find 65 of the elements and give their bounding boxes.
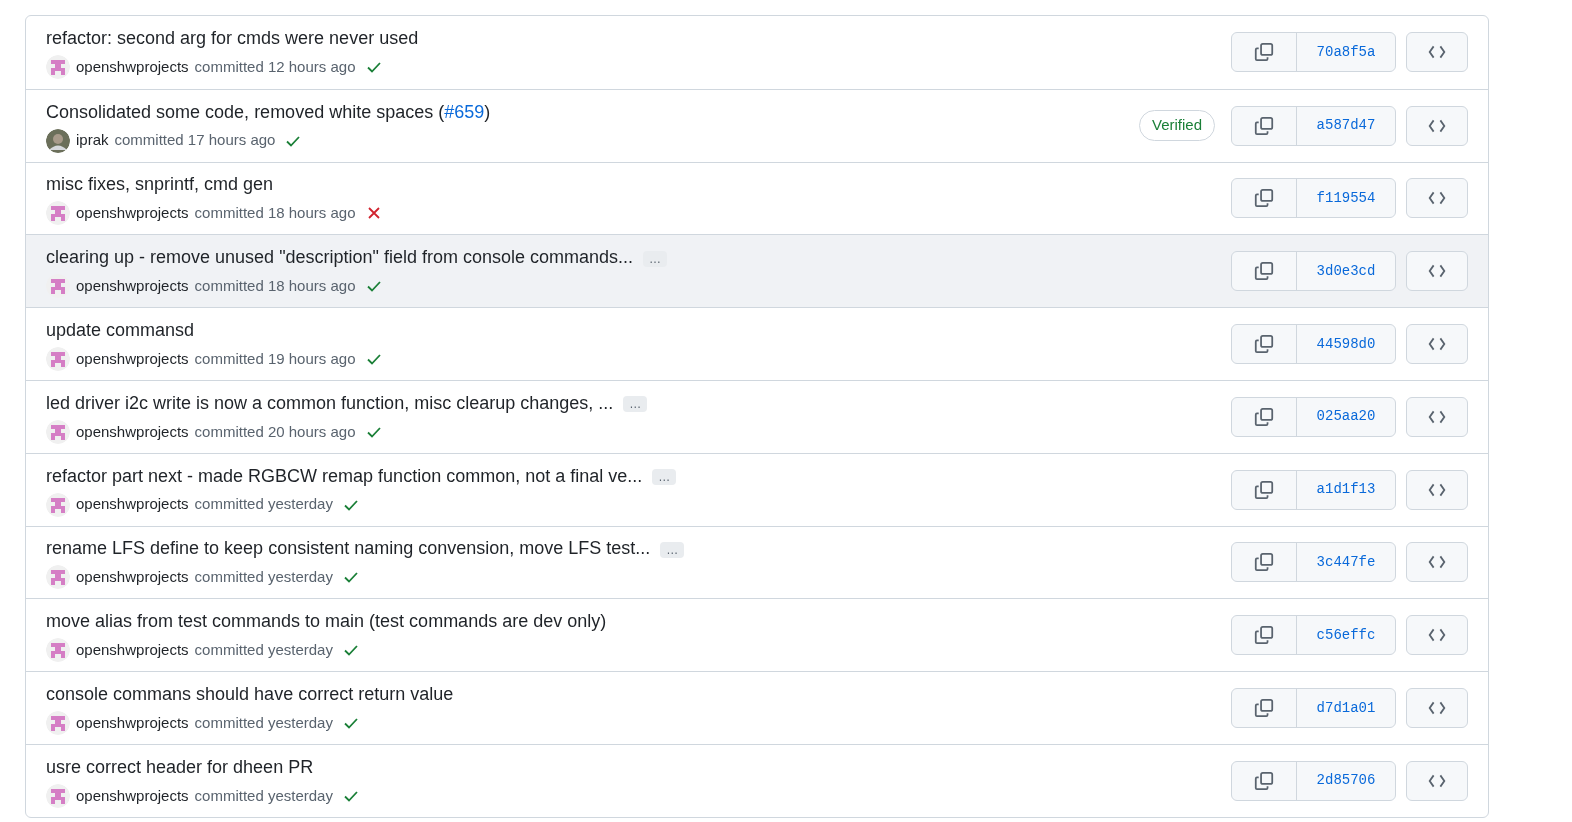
commit-message[interactable]: misc fixes, snprintf, cmd gen xyxy=(46,174,274,195)
copy-icon xyxy=(1254,42,1274,63)
author-link[interactable]: openshwprojects xyxy=(76,566,189,589)
commit-time: committed yesterday xyxy=(194,712,333,733)
commit-time: committed 18 hours ago xyxy=(194,276,356,297)
identicon-avatar xyxy=(46,638,70,663)
expand-message-button[interactable]: … xyxy=(652,468,677,485)
browse-code-button[interactable] xyxy=(1406,469,1468,510)
commit-time: committed 19 hours ago xyxy=(194,348,356,369)
author-link[interactable]: openshwprojects xyxy=(76,420,189,444)
copy-icon xyxy=(1254,625,1274,646)
pull-request-link[interactable]: #659 xyxy=(444,101,485,122)
commit-message[interactable]: refactor part next - made RGBCW remap function common, not a final ve... xyxy=(46,465,643,486)
copy-icon xyxy=(1254,479,1274,500)
identicon-avatar xyxy=(46,565,70,590)
browse-code-button[interactable] xyxy=(1406,542,1468,583)
copy-icon xyxy=(1254,770,1274,791)
copy-icon xyxy=(1254,552,1274,573)
commit-message[interactable]: clearing up - remove unused "description" field from console commands... xyxy=(46,247,634,268)
commit-time: committed 18 hours ago xyxy=(194,203,356,224)
commit-time: committed 20 hours ago xyxy=(194,421,356,442)
identicon-avatar xyxy=(46,419,70,444)
author-link[interactable]: iprak xyxy=(76,129,109,152)
commit-message[interactable]: console commans should have correct return value xyxy=(46,684,454,705)
copy-icon xyxy=(1254,334,1274,355)
author-link[interactable]: openshwprojects xyxy=(76,784,189,808)
commit-message[interactable]: update commansd xyxy=(46,320,195,341)
commit-message[interactable]: usre correct header for dheen PR xyxy=(46,756,314,777)
author-link[interactable]: openshwprojects xyxy=(76,347,189,371)
copy-icon xyxy=(1254,698,1274,719)
author-link[interactable]: openshwprojects xyxy=(76,493,189,516)
user-avatar xyxy=(46,128,70,153)
commit-time: committed 12 hours ago xyxy=(194,57,356,78)
author-link[interactable]: openshwprojects xyxy=(76,639,189,662)
commit-message[interactable]: refactor: second arg for cmds were never used xyxy=(46,28,419,49)
commit-message[interactable]: led driver i2c write is now a common function, misc clearup changes, ... xyxy=(46,392,614,413)
browse-code-button[interactable] xyxy=(1406,688,1468,729)
identicon-avatar xyxy=(46,55,70,80)
commit-time: committed yesterday xyxy=(194,567,333,588)
identicon-avatar xyxy=(46,783,70,808)
commit-time: committed yesterday xyxy=(194,640,333,660)
author-link[interactable]: openshwprojects xyxy=(76,275,189,298)
commit-message[interactable]: move alias from test commands to main (test commands are dev only) xyxy=(46,611,607,632)
commit-message[interactable]: Consolidated some code, removed white spaces (#659) xyxy=(46,101,491,122)
expand-message-button[interactable]: … xyxy=(643,250,668,267)
commit-time: committed yesterday xyxy=(194,785,333,806)
author-link[interactable]: openshwprojects xyxy=(76,56,189,79)
browse-code-button[interactable] xyxy=(1406,615,1468,656)
identicon-avatar xyxy=(46,201,70,226)
identicon-avatar xyxy=(46,711,70,736)
copy-icon xyxy=(1254,188,1274,209)
copy-icon xyxy=(1254,406,1274,427)
copy-icon xyxy=(1254,115,1274,136)
commit-time: committed 17 hours ago xyxy=(114,130,276,151)
author-link[interactable]: openshwprojects xyxy=(76,202,189,225)
author-link[interactable]: openshwprojects xyxy=(76,711,189,735)
expand-message-button[interactable]: … xyxy=(660,541,685,558)
expand-message-button[interactable]: … xyxy=(623,396,648,413)
browse-code-button[interactable] xyxy=(1406,324,1468,365)
browse-code-button[interactable] xyxy=(1406,396,1468,437)
identicon-avatar xyxy=(46,492,70,517)
identicon-avatar xyxy=(46,347,70,372)
commit-time: committed yesterday xyxy=(194,494,333,515)
commit-message[interactable]: rename LFS define to keep consistent naming convension, move LFS test... xyxy=(46,538,651,559)
copy-icon xyxy=(1254,261,1274,282)
